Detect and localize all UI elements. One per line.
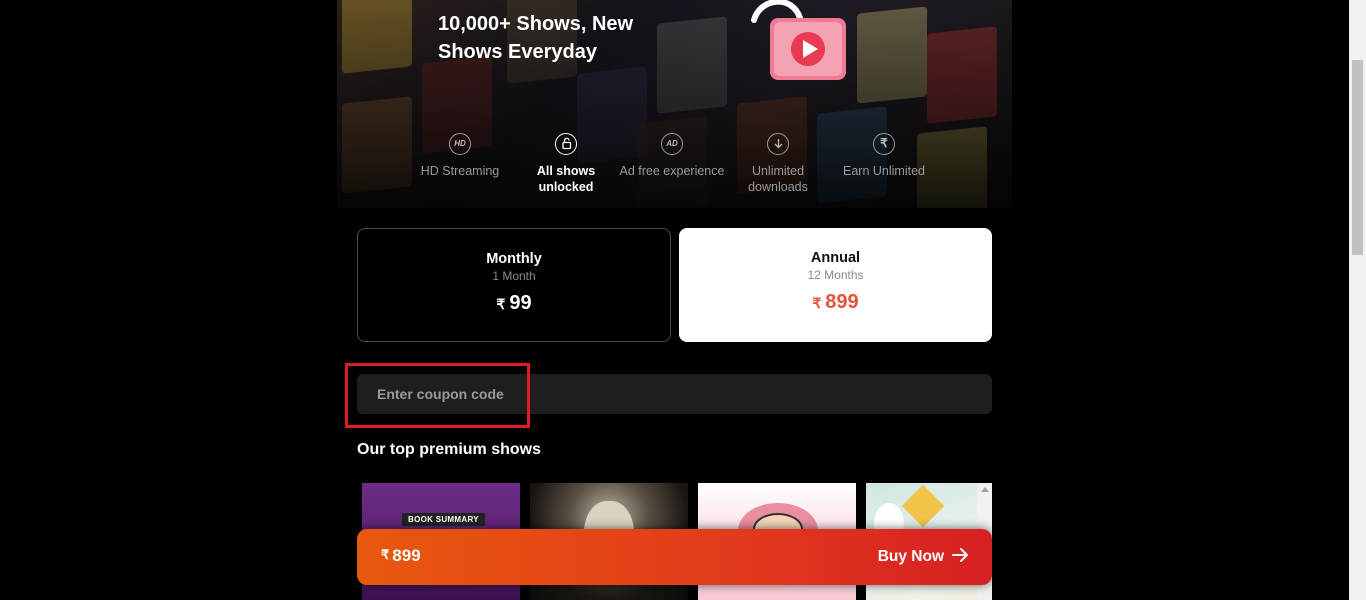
scrollbar-thumb[interactable]: [1352, 60, 1363, 255]
hd-icon: HD: [449, 133, 471, 155]
feature-label: Unlimited downloads: [748, 164, 808, 194]
buy-bar: ₹899 Buy Now: [357, 529, 992, 585]
rupee-symbol: ₹: [812, 295, 822, 311]
feature-list: HD HD Streaming All shows unlocked AD Ad…: [407, 133, 937, 203]
unlocked-play-icon: [742, 0, 852, 90]
plan-price: ₹99: [358, 292, 670, 315]
highlight-box: [345, 363, 530, 428]
buy-price-value: 899: [392, 546, 421, 565]
plan-duration: 12 Months: [807, 268, 864, 282]
feature-unlimited-downloads: Unlimited downloads: [725, 133, 831, 203]
plan-name: Annual: [810, 250, 861, 266]
page-scrollbar[interactable]: [1349, 0, 1366, 600]
ad-free-icon: AD: [661, 133, 683, 155]
hero-banner: 10,000+ Shows, New Shows Everyday HD HD …: [337, 0, 1012, 208]
plan-name: Monthly: [486, 251, 542, 267]
feature-ad-free: AD Ad free experience: [619, 133, 725, 203]
book-summary-tag: BOOK SUMMARY: [402, 513, 485, 526]
feature-label: HD Streaming: [420, 164, 500, 178]
feature-label: Ad free experience: [619, 164, 725, 178]
buy-now-label: Buy Now: [877, 547, 944, 565]
feature-label: All shows unlocked: [536, 164, 596, 194]
feature-hd-streaming: HD HD Streaming: [407, 133, 513, 203]
scroll-up-icon[interactable]: [981, 487, 989, 492]
plan-card-monthly[interactable]: Monthly 1 Month ₹99: [357, 228, 671, 342]
subscription-panel: 10,000+ Shows, New Shows Everyday HD HD …: [337, 0, 1012, 600]
arrow-right-icon: [952, 547, 970, 566]
buy-now-button[interactable]: Buy Now: [878, 547, 970, 566]
plan-card-annual[interactable]: Annual 12 Months ₹899: [679, 228, 992, 342]
feature-all-shows-unlocked: All shows unlocked: [513, 133, 619, 203]
feature-earn-unlimited: ₹ Earn Unlimited: [831, 133, 937, 203]
lock-open-icon: [555, 133, 577, 155]
buy-price: ₹899: [381, 546, 421, 566]
feature-label: Earn Unlimited: [843, 164, 925, 178]
plan-duration: 1 Month: [492, 269, 536, 283]
download-icon: [767, 133, 789, 155]
plan-price-value: 899: [825, 291, 859, 313]
rupee-symbol: ₹: [496, 296, 506, 312]
hero-title: 10,000+ Shows, New Shows Everyday: [438, 13, 634, 63]
premium-shows-heading: Our top premium shows: [357, 441, 542, 458]
rupee-icon: ₹: [873, 133, 895, 155]
rupee-symbol: ₹: [381, 547, 390, 562]
plan-price: ₹899: [679, 291, 992, 314]
plan-price-value: 99: [509, 292, 532, 314]
